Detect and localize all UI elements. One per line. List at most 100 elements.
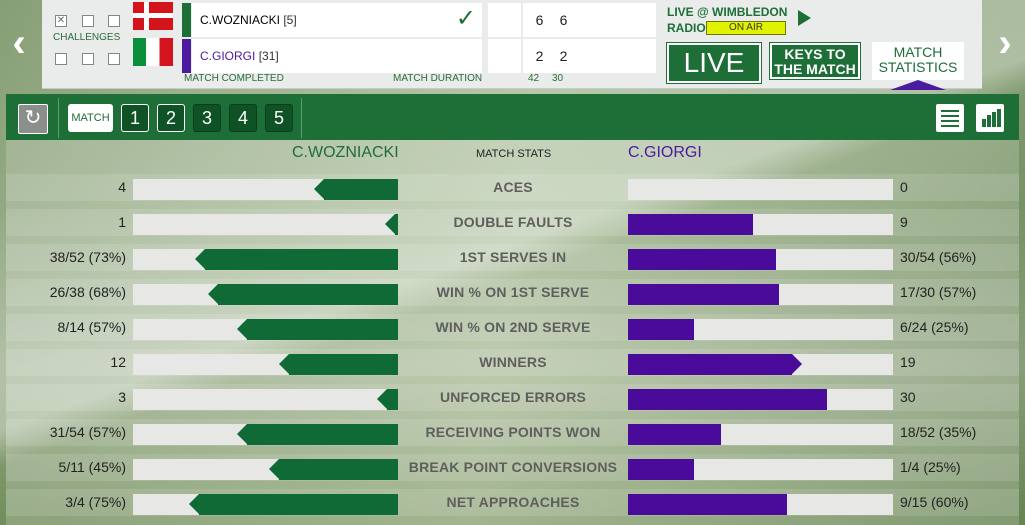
stat-bar-track-player1: [133, 459, 398, 480]
stat-bar-track-player1: [133, 249, 398, 270]
stat-bar-player2: [628, 494, 787, 515]
stat-label: 1ST SERVES IN: [459, 249, 567, 265]
player2-color-bar: [182, 39, 191, 73]
stat-value-player2: 1/4 (25%): [900, 459, 961, 475]
next-match-arrow-icon[interactable]: ›: [992, 18, 1018, 68]
stats-panel: ↻ MATCH 1 2 3 4 5 C.WOZNIACKI MATCH STAT…: [6, 94, 1019, 525]
player1-seed: [5]: [283, 13, 297, 27]
refresh-icon[interactable]: ↻: [18, 104, 48, 134]
stat-value-player1: 8/14 (57%): [57, 319, 126, 335]
stat-bar-track-player2: [628, 249, 893, 270]
bar-chart-view-icon[interactable]: [976, 104, 1004, 132]
stat-bar-track-player2: [628, 319, 893, 340]
challenge-checkbox-icon: [55, 53, 67, 65]
stat-label: BREAK POINT CONVERSIONS: [408, 459, 618, 475]
stat-value-player1: 31/54 (57%): [49, 424, 126, 440]
stat-bar-player2: [628, 354, 802, 375]
stat-value-player2: 19: [900, 354, 916, 370]
radio-title-line1: LIVE @ WIMBLEDON: [667, 5, 788, 19]
stat-label: DOUBLE FAULTS: [453, 214, 573, 230]
toolbar-divider: [58, 98, 59, 138]
active-tab-pointer: [890, 80, 946, 90]
stat-value-player1: 12: [110, 354, 126, 370]
stat-bar-player2: [628, 319, 694, 340]
match-status: MATCH COMPLETED: [184, 73, 284, 84]
play-icon[interactable]: [798, 10, 811, 26]
tab-set-2[interactable]: 2: [157, 104, 185, 132]
player1-name: C.WOZNIACKI [5] ✓: [192, 3, 482, 37]
match-stats-header: MATCH STATS: [476, 148, 552, 160]
player2-name-text: C.GIORGI: [200, 49, 256, 63]
stat-bar-player1: [314, 179, 398, 200]
stat-row: 31/54 (57%) RECEIVING POINTS WON 18/52 (35…: [6, 415, 1019, 450]
stat-bar-player1: [189, 494, 398, 515]
set1-duration: 42: [528, 73, 540, 84]
stat-bar-track-player2: [628, 354, 893, 375]
stat-label: UNFORCED ERRORS: [439, 389, 587, 405]
stat-value-player1: 5/11 (45%): [58, 459, 126, 475]
score-cell: [623, 3, 656, 37]
stat-value-player1: 3: [118, 389, 126, 405]
stat-value-player1: 38/52 (73%): [49, 249, 126, 265]
toolbar-divider: [301, 98, 302, 138]
prev-match-arrow-icon[interactable]: ‹: [6, 18, 32, 68]
score-cell: [488, 39, 521, 73]
stat-label: NET APPROACHES: [446, 494, 580, 510]
stat-row: 8/14 (57%) WIN % ON 2ND SERVE 6/24 (25%): [6, 310, 1019, 345]
player2-name: C.GIORGI [31]: [192, 39, 482, 73]
stat-label: RECEIVING POINTS WON: [425, 424, 601, 440]
stat-row: 26/38 (68%) WIN % ON 1ST SERVE 17/30 (57%): [6, 275, 1019, 310]
stats-toolbar: ↻ MATCH 1 2 3 4 5: [6, 94, 1019, 140]
stat-bar-player1: [208, 284, 398, 305]
player1-column-header: C.WOZNIACKI: [292, 144, 399, 161]
challenge-checkbox-icon: [82, 15, 94, 27]
stat-bar-track-player1: [133, 354, 398, 375]
stat-bar-track-player1: [133, 179, 398, 200]
stat-row: 4 ACES 0: [6, 170, 1019, 205]
list-view-icon[interactable]: [936, 104, 964, 132]
stat-bar-track-player1: [133, 319, 398, 340]
match-statistics-button[interactable]: MATCH STATISTICS: [872, 42, 964, 80]
stat-bar-track-player2: [628, 494, 893, 515]
on-air-badge: ON AIR: [706, 21, 786, 35]
stat-value-player1: 3/4 (75%): [65, 494, 126, 510]
stat-bar-player2: [628, 459, 694, 480]
tab-set-1[interactable]: 1: [121, 104, 149, 132]
stat-row: 38/52 (73%) 1ST SERVES IN 30/54 (56%): [6, 240, 1019, 275]
player2-seed: [31]: [258, 49, 279, 63]
stat-value-player2: 9: [900, 214, 908, 230]
stat-value-player1: 26/38 (68%): [49, 284, 126, 300]
stat-row: 3/4 (75%) NET APPROACHES 9/15 (60%): [6, 485, 1019, 520]
stat-row: 1 DOUBLE FAULTS 9: [6, 205, 1019, 240]
stat-value-player2: 18/52 (35%): [900, 424, 977, 440]
scoreboard: ✕ CHALLENGES C.WOZNIACKI [5] ✓ C.GIORGI …: [42, 0, 982, 90]
player2-column-header: C.GIORGI: [628, 144, 702, 161]
challenges-label: CHALLENGES: [53, 32, 121, 43]
stat-label: ACES: [493, 179, 533, 195]
stat-bar-player1: [237, 424, 398, 445]
stat-bar-track-player1: [133, 389, 398, 410]
stat-bar-track-player1: [133, 494, 398, 515]
stat-bar-track-player2: [628, 424, 893, 445]
live-button[interactable]: LIVE: [667, 43, 761, 83]
stat-row: 3 UNFORCED ERRORS 30: [6, 380, 1019, 415]
challenge-checkbox-icon: [82, 53, 94, 65]
stat-value-player2: 6/24 (25%): [900, 319, 969, 335]
score-cell: [623, 39, 656, 73]
stat-value-player2: 0: [900, 179, 908, 195]
stat-value-player2: 9/15 (60%): [900, 494, 969, 510]
tab-set-5[interactable]: 5: [265, 104, 293, 132]
stat-row: 5/11 (45%) BREAK POINT CONVERSIONS 1/4 (25…: [6, 450, 1019, 485]
stat-bar-track-player2: [628, 179, 893, 200]
tab-set-4[interactable]: 4: [229, 104, 257, 132]
tab-match[interactable]: MATCH: [68, 104, 113, 132]
stat-bar-track-player2: [628, 459, 893, 480]
match-duration-label: MATCH DURATION: [393, 73, 483, 84]
stat-bar-track-player1: [133, 284, 398, 305]
challenge-checkbox-icon: [108, 53, 120, 65]
tab-set-3[interactable]: 3: [193, 104, 221, 132]
stat-value-player1: 1: [118, 214, 126, 230]
stat-bar-player1: [195, 249, 398, 270]
stat-bar-player2: [628, 424, 721, 445]
keys-to-the-match-button[interactable]: KEYS TO THE MATCH: [770, 43, 860, 79]
